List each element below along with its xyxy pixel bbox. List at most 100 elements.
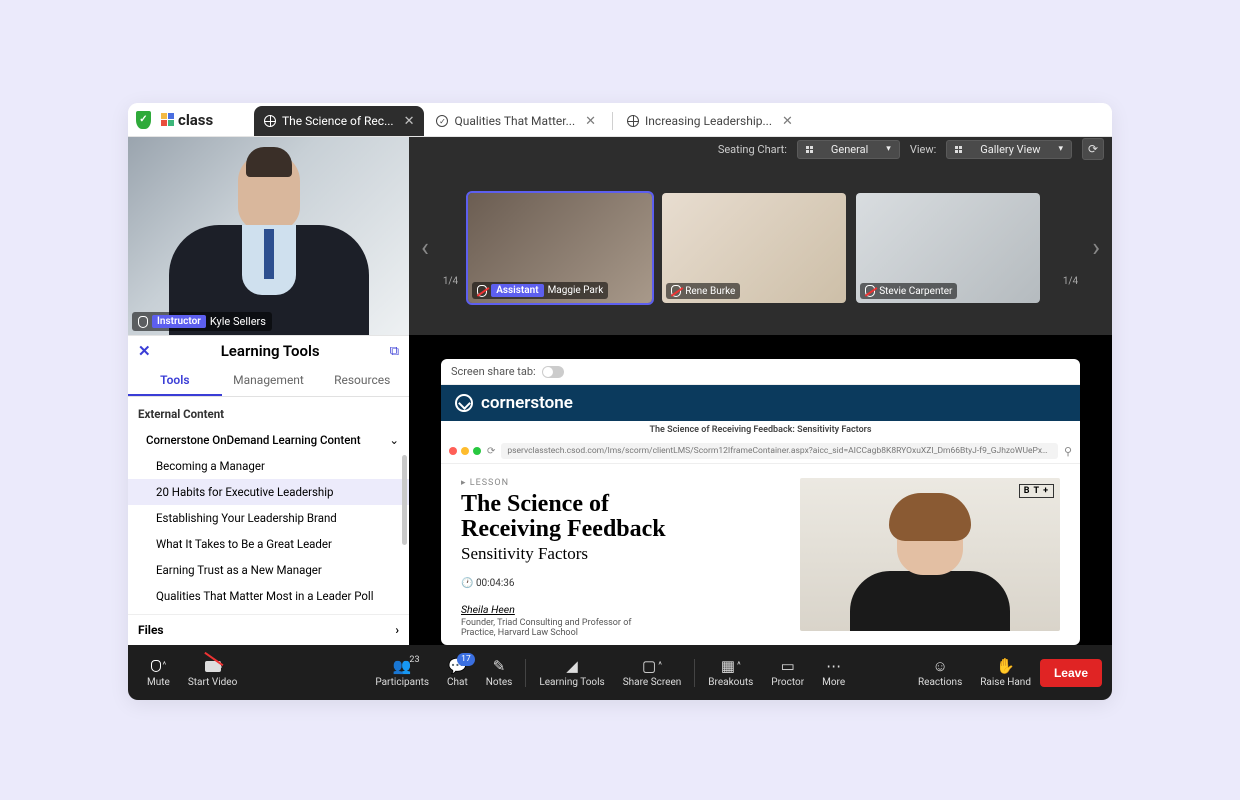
mute-button[interactable]: ^ Mute	[138, 657, 179, 688]
mic-muted-icon	[865, 285, 875, 297]
seating-dropdown[interactable]: General ▾	[797, 140, 900, 159]
reload-icon[interactable]: ⟳	[487, 446, 495, 457]
files-label: Files	[138, 623, 164, 637]
instructor-nametag: Instructor Kyle Sellers	[132, 312, 272, 331]
main-area: Instructor Kyle Sellers ✕ Learning Tools…	[128, 137, 1112, 645]
search-icon[interactable]: ⚲	[1064, 445, 1072, 458]
lesson-subheading: Sensitivity Factors	[461, 544, 780, 564]
panel-tab-management[interactable]: Management	[222, 366, 316, 396]
instructor-video[interactable]: Instructor Kyle Sellers	[128, 137, 409, 335]
tab-bar: class The Science of Rec... ✕ ✓ Qualitie…	[128, 103, 1112, 137]
logo-icon	[161, 113, 174, 126]
page-counter-right: 1/4	[1063, 276, 1078, 287]
chevron-down-icon: ▾	[1058, 144, 1063, 154]
proctor-button[interactable]: ▭ Proctor	[762, 657, 813, 688]
tab-qualities[interactable]: ✓ Qualities That Matter... ✕	[426, 106, 606, 136]
share-toggle[interactable]	[542, 366, 564, 378]
chat-button[interactable]: 💬17 Chat	[438, 657, 477, 688]
chat-icon: 💬17	[448, 657, 467, 675]
panel-tab-resources[interactable]: Resources	[315, 366, 409, 396]
mic-muted-icon	[671, 285, 681, 297]
breakouts-label: Breakouts	[708, 677, 753, 688]
url-field[interactable]: pservclasstech.csod.com/lms/scorm/client…	[501, 443, 1058, 459]
bt-badge: B T +	[1019, 484, 1054, 498]
close-panel-icon[interactable]: ✕	[138, 342, 151, 360]
more-icon: ⋯	[826, 657, 841, 675]
raise-hand-button[interactable]: ✋ Raise Hand	[971, 657, 1040, 688]
gallery-tiles: Assistant Maggie Park Rene Burke	[468, 193, 1040, 303]
panel-tab-tools[interactable]: Tools	[128, 366, 222, 396]
traffic-lights	[449, 447, 481, 455]
gallery-prev[interactable]: ‹	[417, 233, 433, 263]
tab-separator	[612, 112, 613, 130]
panel-tabs: Tools Management Resources	[128, 366, 409, 397]
learning-tools-button[interactable]: ◢ Learning Tools	[530, 657, 613, 688]
close-icon[interactable]: ✕	[782, 114, 793, 129]
breakouts-button[interactable]: ▦^ Breakouts	[699, 657, 762, 688]
right-column: Seating Chart: General ▾ View: Gallery V…	[409, 137, 1112, 645]
refresh-button[interactable]: ⟳	[1082, 138, 1104, 160]
chevron-down-icon: ▾	[886, 144, 891, 154]
chat-label: Chat	[447, 677, 468, 688]
tree-item[interactable]: 20 Habits for Executive Leadership	[128, 479, 409, 505]
panel-title: Learning Tools	[151, 342, 390, 360]
participant-nametag: Rene Burke	[666, 283, 740, 299]
tree-item[interactable]: Establishing Your Leadership Brand	[128, 505, 409, 531]
reactions-button[interactable]: ☺ Reactions	[909, 657, 971, 688]
mic-icon	[138, 316, 148, 328]
video-gallery: ‹ 1/4 Assistant Maggie Park	[409, 161, 1112, 335]
share-screen-button[interactable]: ▢^ Share Screen	[614, 657, 691, 688]
tree-item[interactable]: Qualities That Matter Most in a Leader P…	[128, 583, 409, 609]
lesson-author: Sheila Heen	[461, 603, 780, 616]
more-button[interactable]: ⋯ More	[813, 657, 854, 688]
tree-item[interactable]: What It Takes to Be a Great Leader	[128, 531, 409, 557]
video-tile[interactable]: Stevie Carpenter	[856, 193, 1040, 303]
chevron-up-icon[interactable]: ^	[163, 661, 167, 671]
close-icon[interactable]: ✕	[585, 114, 596, 129]
tab-label: The Science of Rec...	[282, 114, 394, 128]
app-window: class The Science of Rec... ✕ ✓ Qualitie…	[128, 103, 1112, 700]
mic-muted-icon	[477, 285, 487, 297]
start-video-button[interactable]: Start Video	[179, 657, 246, 688]
tab-science-feedback[interactable]: The Science of Rec... ✕	[254, 106, 424, 136]
gallery-next[interactable]: ›	[1088, 233, 1104, 263]
files-section[interactable]: Files ›	[128, 614, 409, 645]
proctor-label: Proctor	[771, 677, 804, 688]
view-controls: Seating Chart: General ▾ View: Gallery V…	[409, 137, 1112, 161]
brand-cell: class	[128, 103, 254, 136]
view-dropdown[interactable]: Gallery View ▾	[946, 140, 1072, 159]
video-tile[interactable]: Assistant Maggie Park	[468, 193, 652, 303]
notes-button[interactable]: ✎ Notes	[477, 657, 522, 688]
video-label: Start Video	[188, 677, 237, 688]
share-area: Screen share tab: cornerstone The Scienc…	[409, 335, 1112, 645]
lesson-thumbnail: B T +	[800, 478, 1060, 631]
video-tile[interactable]: Rene Burke	[662, 193, 846, 303]
lesson-text: ▸ LESSON The Science of Receiving Feedba…	[461, 478, 780, 631]
lesson-body: ▸ LESSON The Science of Receiving Feedba…	[441, 464, 1080, 645]
share-label: Share Screen	[623, 677, 682, 688]
popout-icon[interactable]: ⧉	[390, 344, 399, 359]
share-icon: ▢^	[642, 657, 662, 675]
video-off-icon	[205, 661, 221, 672]
lesson-label: ▸ LESSON	[461, 478, 780, 488]
scrollbar-thumb[interactable]	[402, 455, 407, 545]
leave-button[interactable]: Leave	[1040, 659, 1102, 687]
tree-item[interactable]: The Science of Receiving Feedback	[128, 609, 409, 614]
chat-count: 17	[457, 653, 475, 666]
tree-item[interactable]: Becoming a Manager	[128, 453, 409, 479]
lesson-duration: 🕐 00:04:36	[461, 578, 780, 589]
participants-button[interactable]: 👥23 Participants	[366, 657, 438, 688]
share-toggle-row: Screen share tab:	[441, 359, 1080, 385]
chevron-up-icon[interactable]: ^	[658, 661, 662, 671]
share-toggle-label: Screen share tab:	[451, 365, 536, 378]
chart-icon: ◢	[566, 657, 578, 675]
participant-name: Rene Burke	[685, 286, 735, 297]
chevron-up-icon[interactable]: ^	[737, 661, 741, 671]
participants-count: 23	[409, 655, 419, 665]
mic-icon	[151, 660, 161, 672]
tab-leadership[interactable]: Increasing Leadership... ✕	[617, 106, 803, 136]
tree-item[interactable]: Earning Trust as a New Manager	[128, 557, 409, 583]
learning-tools-panel: ✕ Learning Tools ⧉ Tools Management Reso…	[128, 335, 409, 645]
close-icon[interactable]: ✕	[404, 114, 415, 129]
tree-parent[interactable]: Cornerstone OnDemand Learning Content ⌄	[128, 427, 409, 453]
